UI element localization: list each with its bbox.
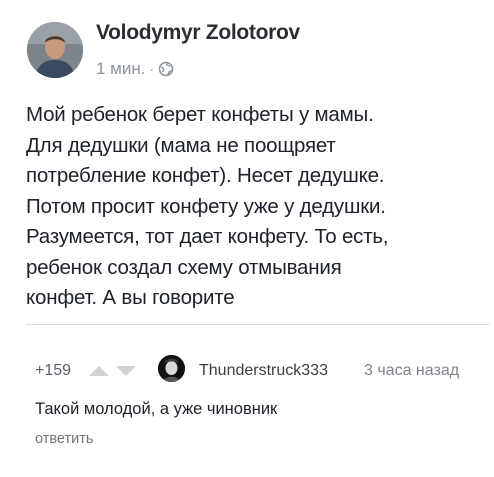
post-line: потребление конфет). Несет дедушке. [26, 164, 385, 187]
post-line: конфет. А вы говорите [26, 286, 235, 309]
facebook-post: Volodymyr Zolotorov 1 мин. · Мой ребенок… [0, 0, 494, 325]
post-body: Мой ребенок берет конфеты у мамы. Для де… [26, 100, 484, 314]
globe-icon [158, 61, 174, 77]
post-meta: 1 мин. · [96, 59, 174, 79]
post-author-name[interactable]: Volodymyr Zolotorov [96, 21, 300, 45]
downvote-arrow-icon[interactable] [115, 365, 137, 377]
upvote-arrow-icon[interactable] [88, 365, 110, 377]
comment: +159 Thunderstruck333 3 часа назад Такой… [0, 330, 494, 477]
post-line: ребенок создал схему отмывания [26, 255, 342, 279]
meta-separator: · [149, 61, 155, 77]
reply-button[interactable]: ответить [35, 431, 93, 447]
section-divider [26, 324, 490, 325]
author-avatar[interactable] [27, 22, 83, 78]
post-line: Разумеется, тот дает конфету. То есть, [26, 225, 389, 248]
commenter-name[interactable]: Thunderstruck333 [199, 362, 328, 380]
comment-time[interactable]: 3 часа назад [364, 362, 459, 380]
post-line: Мой ребенок берет конфеты у мамы. [26, 103, 374, 126]
comment-score: +159 [35, 362, 72, 379]
post-line: Потом просит конфету уже у дедушки. [26, 194, 386, 218]
comment-text: Такой молодой, а уже чиновник [35, 400, 278, 418]
post-time[interactable]: 1 мин. [96, 59, 145, 79]
commenter-avatar[interactable] [158, 355, 185, 382]
post-line: Для дедушки (мама не поощряет [26, 133, 336, 157]
